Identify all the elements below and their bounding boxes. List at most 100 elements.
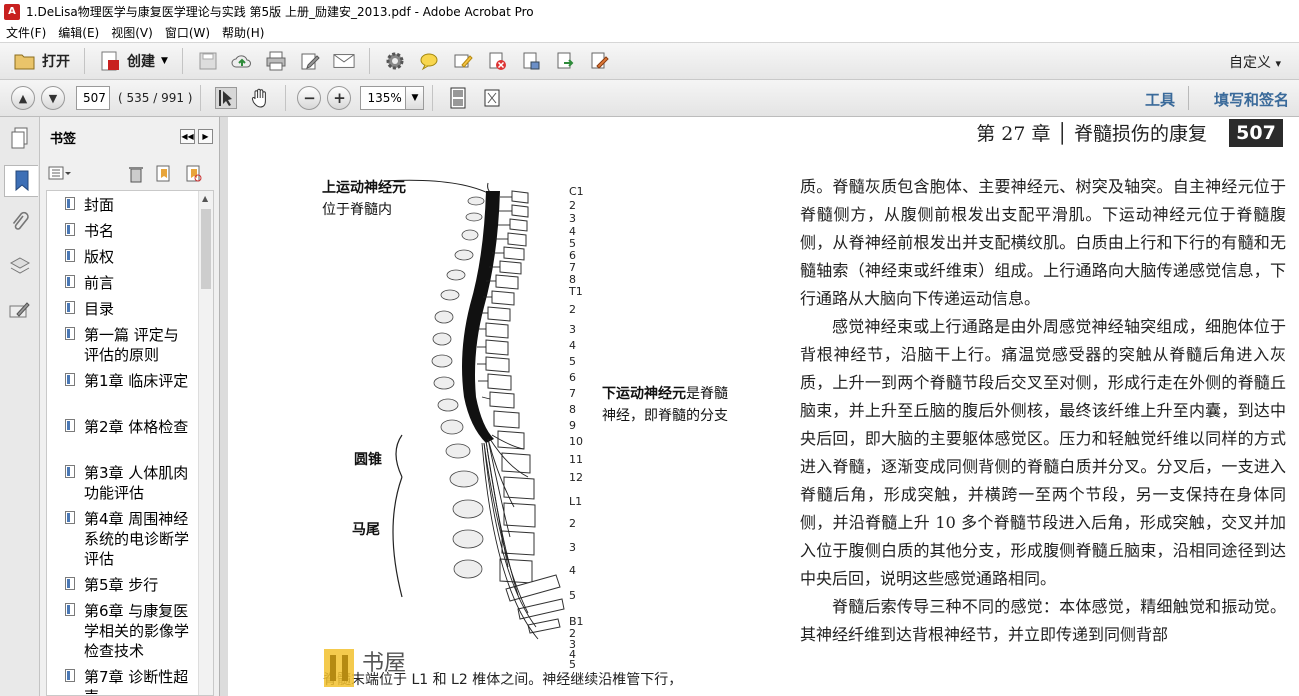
zoom-select[interactable]: 135% ▼: [360, 86, 425, 110]
paragraph: 感觉神经束或上行通路是由外周感觉神经轴突组成，细胞体位于背根神经节，沿脑干上行。…: [800, 317, 1286, 588]
create-button[interactable]: 创建 ▼: [93, 47, 174, 75]
print-icon[interactable]: [265, 50, 287, 72]
page-body-text: 质。脊髓灰质包含胞体、主要神经元、树突及轴突。自主神经元位于脊髓侧方，从腹侧前根…: [800, 173, 1286, 649]
bookmark-item[interactable]: 版权: [65, 247, 193, 267]
bookmarks-header: 书签 ◀◀ ▶: [40, 117, 219, 157]
vertebra-label: T1: [569, 285, 583, 298]
bookmark-icon: [65, 275, 75, 288]
bookmark-item[interactable]: 第一篇 评定与评估的原则: [65, 325, 193, 365]
minus-icon: −: [303, 89, 316, 107]
bookmark-icon: [65, 419, 75, 432]
menu-edit[interactable]: 编辑(E): [58, 24, 99, 41]
page-thumbnails-icon[interactable]: [7, 125, 33, 151]
panel-splitter[interactable]: [219, 117, 228, 696]
collapse-panel-icon[interactable]: ◀◀: [180, 129, 195, 144]
vertebra-label: 8: [569, 403, 576, 416]
zoom-out-button[interactable]: −: [297, 86, 322, 110]
vertebra-label: 3: [569, 541, 576, 554]
folder-icon: [14, 54, 35, 70]
watermark-logo: 书屋: [322, 641, 452, 691]
chevron-down-icon[interactable]: ▼: [406, 86, 425, 110]
highlight-icon[interactable]: [452, 50, 474, 72]
bookmark-item[interactable]: 第1章 临床评定: [65, 371, 193, 391]
bookmark-item[interactable]: 第7章 诊断性超声: [65, 667, 193, 695]
chevron-down-icon: ▼: [161, 56, 168, 66]
export-icon[interactable]: [554, 50, 576, 72]
bookmarks-toolbar: [40, 161, 220, 189]
bookmarks-list: 封面 书名 版权 前言 目录 第一篇 评定与评估的原则 第1章 临床评定 第2章…: [46, 190, 214, 696]
toolbar-separator: [432, 85, 434, 111]
bookmark-item[interactable]: 第4章 周围神经系统的电诊断学评估: [65, 509, 193, 569]
menu-view[interactable]: 视图(V): [111, 24, 153, 41]
mail-icon[interactable]: [333, 50, 355, 72]
hand-tool-icon[interactable]: [249, 87, 271, 109]
chapter-header: 第 27 章 │ 脊髓损伤的康复: [976, 123, 1207, 145]
new-bookmark-icon[interactable]: [155, 165, 173, 186]
vertebra-label: 7: [569, 387, 576, 400]
bookmarks-scrollbar[interactable]: ▲: [198, 191, 213, 695]
vertebra-label: 10: [569, 435, 583, 448]
save-icon[interactable]: [197, 50, 219, 72]
bookmark-item[interactable]: 目录: [65, 299, 193, 319]
vertebra-label: 11: [569, 453, 583, 466]
bookmark-item[interactable]: 第2章 体格检查: [65, 417, 193, 437]
find-bookmark-icon[interactable]: [185, 165, 203, 186]
signatures-icon[interactable]: [7, 297, 33, 323]
menu-bar: 文件(F) 编辑(E) 视图(V) 窗口(W) 帮助(H): [0, 23, 1299, 42]
bookmark-icon: [65, 669, 75, 682]
trash-icon[interactable]: [128, 165, 144, 186]
window-title: 1.DeLisa物理医学与康复医学理论与实践 第5版 上册_励建安_2013.p…: [26, 5, 534, 19]
document-view[interactable]: 第 27 章 │ 脊髓损伤的康复 507 上运动神经元 位于脊髓内 下运动神经元…: [228, 117, 1299, 696]
cauda-label: 马尾: [352, 522, 380, 538]
delete-page-icon[interactable]: [486, 50, 508, 72]
secure-icon[interactable]: [520, 50, 542, 72]
menu-file[interactable]: 文件(F): [6, 24, 46, 41]
options-menu-icon[interactable]: [48, 165, 72, 184]
bookmark-item[interactable]: 书名: [65, 221, 193, 241]
vertebra-label: C1: [569, 185, 584, 198]
bookmark-item[interactable]: 前言: [65, 273, 193, 293]
bookmark-icon: [65, 249, 75, 262]
next-page-button[interactable]: ▼: [41, 86, 65, 110]
tools-pane-link[interactable]: 工具: [1145, 89, 1175, 110]
bookmark-item[interactable]: 封面: [65, 195, 193, 215]
toolbar-separator: [285, 85, 287, 111]
cloud-upload-icon[interactable]: [231, 50, 253, 72]
fill-sign-link[interactable]: 填写和签名: [1214, 89, 1289, 110]
lower-motor-neuron-label: 下运动神经元是脊髓神经，即脊髓的分支: [602, 386, 728, 424]
create-pdf-icon: [101, 51, 119, 71]
settings-icon[interactable]: [384, 50, 406, 72]
comment-icon[interactable]: [418, 50, 440, 72]
fit-page-icon[interactable]: [447, 87, 469, 109]
page-count: ( 535 / 991 ): [118, 91, 193, 105]
menu-window[interactable]: 窗口(W): [165, 24, 210, 41]
toolbar-separator: [84, 48, 85, 74]
arrow-down-icon: ▼: [48, 91, 58, 105]
sign-form-icon[interactable]: [588, 50, 610, 72]
open-button[interactable]: 打开: [8, 47, 76, 75]
scroll-thumb[interactable]: [201, 209, 211, 289]
full-screen-icon[interactable]: [481, 87, 503, 109]
edit-icon[interactable]: [299, 50, 321, 72]
customize-menu[interactable]: 自定义 ▾: [1229, 52, 1281, 72]
select-tool-icon[interactable]: [215, 87, 238, 109]
bookmark-item[interactable]: 第6章 与康复医学相关的影像学检查技术: [65, 601, 193, 661]
vertebra-label: 4: [569, 339, 576, 352]
attachments-icon[interactable]: [7, 209, 33, 235]
vertebra-label: 2: [569, 517, 576, 530]
zoom-input[interactable]: 135%: [360, 86, 407, 110]
page-number-input[interactable]: 507: [76, 86, 110, 110]
bookmark-item[interactable]: 第3章 人体肌肉功能评估: [65, 463, 193, 503]
bookmarks-panel: 书签 ◀◀ ▶ 封面 书名 版权 前言 目录 第一篇 评定与评估的原则 第1章 …: [40, 117, 220, 696]
bookmarks-icon[interactable]: [4, 165, 38, 197]
zoom-in-button[interactable]: +: [327, 86, 352, 110]
bookmark-item[interactable]: 第5章 步行: [65, 575, 193, 595]
vertebra-label: 3: [569, 323, 576, 336]
bookmark-icon: [65, 373, 75, 386]
previous-page-button[interactable]: ▲: [11, 86, 35, 110]
layers-icon[interactable]: [7, 253, 33, 279]
scroll-up-icon[interactable]: ▲: [202, 194, 208, 203]
menu-help[interactable]: 帮助(H): [222, 24, 264, 41]
expand-panel-icon[interactable]: ▶: [198, 129, 213, 144]
toolbar-separator: [200, 85, 202, 111]
